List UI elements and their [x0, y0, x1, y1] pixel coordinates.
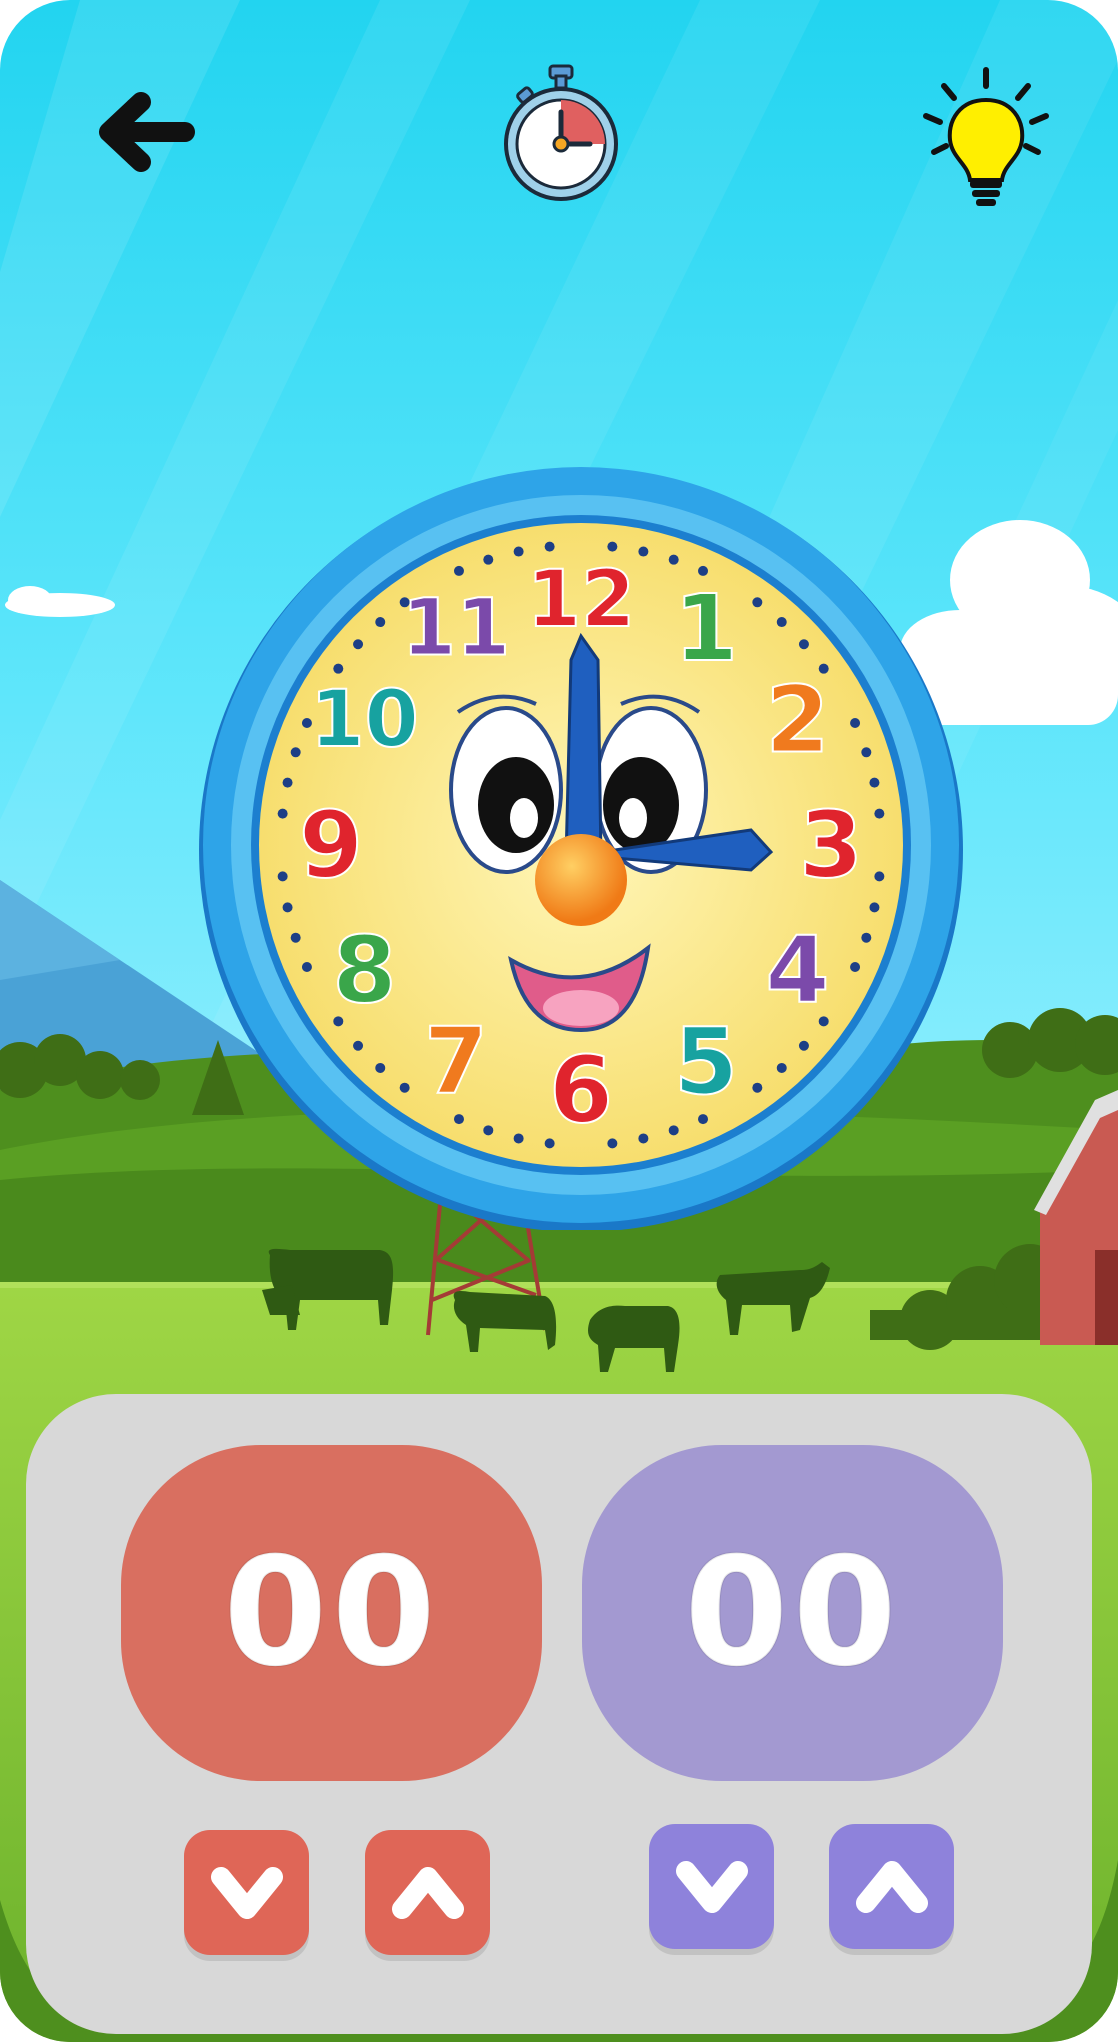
- hint-button[interactable]: [920, 60, 1052, 212]
- hours-down-button[interactable]: [184, 1830, 309, 1955]
- minute-dot: [861, 932, 872, 943]
- minute-hand: [564, 632, 603, 862]
- minute-dot: [798, 1040, 809, 1051]
- clock-nose: [535, 834, 627, 926]
- clock-numeral-6: 6: [549, 1037, 613, 1144]
- minute-dot: [513, 546, 524, 557]
- minutes-value: 00: [683, 1525, 901, 1701]
- minute-dot: [282, 777, 293, 788]
- minute-dot: [399, 1082, 410, 1093]
- chevron-down-icon: [675, 1860, 748, 1913]
- minute-dot: [668, 554, 679, 565]
- minute-dot: [850, 717, 861, 728]
- clock-numeral-1: 1: [674, 575, 738, 682]
- minute-dot: [874, 808, 885, 819]
- chevron-up-icon: [391, 1866, 464, 1919]
- minute-dot: [869, 902, 880, 913]
- minute-dot: [874, 871, 885, 882]
- minute-dot: [668, 1125, 679, 1136]
- chevron-down-icon: [210, 1866, 283, 1919]
- clock-numeral-2: 2: [765, 667, 829, 774]
- clock-numeral-10: 10: [310, 675, 419, 765]
- minute-dot: [607, 541, 618, 552]
- minutes-display[interactable]: 00: [582, 1445, 1003, 1781]
- minute-dot: [638, 546, 649, 557]
- clock-numeral-5: 5: [674, 1008, 738, 1115]
- minute-dot: [277, 871, 288, 882]
- clock-numeral-4: 4: [765, 917, 829, 1024]
- clock-numeral-12: 12: [527, 555, 636, 645]
- minutes-down-button[interactable]: [649, 1824, 774, 1949]
- minute-dot: [850, 962, 861, 973]
- minute-dot: [375, 1062, 386, 1073]
- back-arrow-icon: [99, 92, 195, 172]
- minute-dot: [513, 1133, 524, 1144]
- minute-dot: [453, 565, 464, 576]
- minute-dot: [798, 639, 809, 650]
- back-button[interactable]: [95, 88, 203, 176]
- stopwatch-icon: [504, 64, 618, 201]
- minute-dot: [301, 962, 312, 973]
- minute-dot: [698, 1114, 709, 1125]
- minute-dot: [375, 617, 386, 628]
- clock-numeral-7: 7: [424, 1008, 488, 1115]
- clock-numeral-11: 11: [402, 583, 511, 673]
- hours-display[interactable]: 00: [121, 1445, 542, 1781]
- minute-dot: [752, 597, 763, 608]
- minute-dot: [290, 747, 301, 758]
- minute-dot: [544, 541, 555, 552]
- minute-dot: [453, 1114, 464, 1125]
- minute-dot: [869, 777, 880, 788]
- minute-dot: [353, 639, 364, 650]
- minute-dot: [638, 1133, 649, 1144]
- clock-numeral-3: 3: [799, 792, 863, 899]
- timer-button[interactable]: [500, 62, 622, 204]
- minute-dot: [776, 617, 787, 628]
- minute-dot: [483, 1125, 494, 1136]
- lightbulb-icon: [923, 67, 1049, 206]
- minute-dot: [282, 902, 293, 913]
- clock-numeral-8: 8: [332, 917, 396, 1024]
- minute-dot: [861, 747, 872, 758]
- minute-dot: [333, 663, 344, 674]
- clock-numeral-9: 9: [299, 792, 363, 899]
- hours-up-button[interactable]: [365, 1830, 490, 1955]
- minute-dot: [752, 1082, 763, 1093]
- minute-dot: [483, 554, 494, 565]
- minutes-up-button[interactable]: [829, 1824, 954, 1949]
- game-screen: 12 1 2 3 4 5 6 7 8 9 10 11 00 00: [0, 0, 1118, 2042]
- minute-dot: [353, 1040, 364, 1051]
- analog-clock: 12 12 3 45678 9 1011: [199, 467, 963, 1230]
- minute-dot: [290, 932, 301, 943]
- hours-value: 00: [222, 1525, 440, 1701]
- minute-dot: [776, 1062, 787, 1073]
- chevron-up-icon: [855, 1860, 928, 1913]
- minute-dot: [277, 808, 288, 819]
